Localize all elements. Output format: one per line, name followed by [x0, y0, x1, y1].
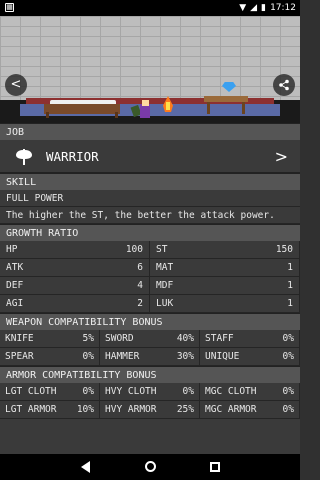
- game-scene: <: [0, 16, 300, 123]
- stat-luk: LUK 1: [150, 295, 300, 313]
- skill-description: The higher the ST, the better the attack…: [0, 207, 300, 224]
- home-icon: [144, 461, 156, 472]
- armor-section-header: ARMOR COMPATIBILITY BONUS: [0, 366, 300, 383]
- battery-icon: ▮: [261, 3, 266, 13]
- weapon-unique: UNIQUE 0%: [200, 348, 300, 366]
- home-button[interactable]: [143, 460, 157, 474]
- weapon-knife: KNIFE 5%: [0, 330, 100, 348]
- back-button[interactable]: [78, 460, 92, 474]
- armor-bonus-grid: LGT CLOTH 0% HVY CLOTH 0% MGC CLOTH 0% LGT …: [0, 383, 300, 419]
- weapon-sword: SWORD 40%: [100, 330, 200, 348]
- wifi-icon: ▼: [239, 3, 247, 13]
- stat-def: DEF 4: [0, 277, 150, 295]
- stat-atk: ATK 6: [0, 259, 150, 277]
- armor-mgc-armor: MGC ARMOR 0%: [200, 401, 300, 419]
- weapon-bonus-grid: KNIFE 5% SWORD 40% STAFF 0% SPEAR 0% HAMMER 3…: [0, 330, 300, 366]
- share-button[interactable]: [273, 74, 295, 96]
- weapon-spear: SPEAR 0%: [0, 348, 100, 366]
- skill-name: FULL POWER: [0, 190, 300, 207]
- armor-lgt-cloth: LGT CLOTH 0%: [0, 383, 100, 401]
- job-name: WARRIOR: [46, 148, 99, 164]
- armor-hvy-armor: HVY ARMOR 25%: [100, 401, 200, 419]
- job-section-header: JOB: [0, 123, 300, 140]
- axe-icon: [16, 149, 32, 165]
- recents-icon: [210, 462, 220, 472]
- armor-lgt-armor: LGT ARMOR 10%: [0, 401, 100, 419]
- stat-st: ST 150: [150, 241, 300, 259]
- stat-agi: AGI 2: [0, 295, 150, 313]
- growth-stats-grid: HP 100 ST 150 ATK 6 MAT 1 DEF 4 MDF 1 AGI 2 LUK…: [0, 241, 300, 313]
- weapon-hammer: HAMMER 30%: [100, 348, 200, 366]
- armor-hvy-cloth: HVY CLOTH 0%: [100, 383, 200, 401]
- chevron-left-icon: <: [10, 77, 22, 92]
- status-bar: ▦ ▼ ◢ ▮ 17:12: [0, 0, 300, 16]
- previous-button[interactable]: <: [5, 74, 27, 96]
- signal-icon: ◢: [250, 3, 258, 13]
- stat-mat: MAT 1: [150, 259, 300, 277]
- status-time: 17:12: [270, 3, 296, 13]
- armor-mgc-cloth: MGC CLOTH 0%: [200, 383, 300, 401]
- back-icon: [80, 461, 90, 473]
- stat-hp: HP 100: [0, 241, 150, 259]
- chevron-right-icon: >: [274, 146, 288, 166]
- weapon-section-header: WEAPON COMPATIBILITY BONUS: [0, 313, 300, 330]
- system-nav-bar: [0, 454, 300, 480]
- warrior-sprite: [130, 100, 160, 120]
- growth-section-header: GROWTH RATIO: [0, 224, 300, 241]
- notification-icon: ▦: [5, 3, 14, 12]
- stat-mdf: MDF 1: [150, 277, 300, 295]
- recents-button[interactable]: [208, 460, 222, 474]
- share-icon: [279, 79, 289, 91]
- status-icons: ▼ ◢ ▮: [239, 3, 266, 13]
- job-info-panel: JOB WARRIOR > SKILL FULL POWER The highe…: [0, 123, 300, 454]
- table-sprite: [204, 90, 248, 114]
- bed-sprite: [44, 96, 120, 118]
- weapon-staff: STAFF 0%: [200, 330, 300, 348]
- skill-section-header: SKILL: [0, 173, 300, 190]
- job-selector[interactable]: WARRIOR >: [0, 140, 300, 173]
